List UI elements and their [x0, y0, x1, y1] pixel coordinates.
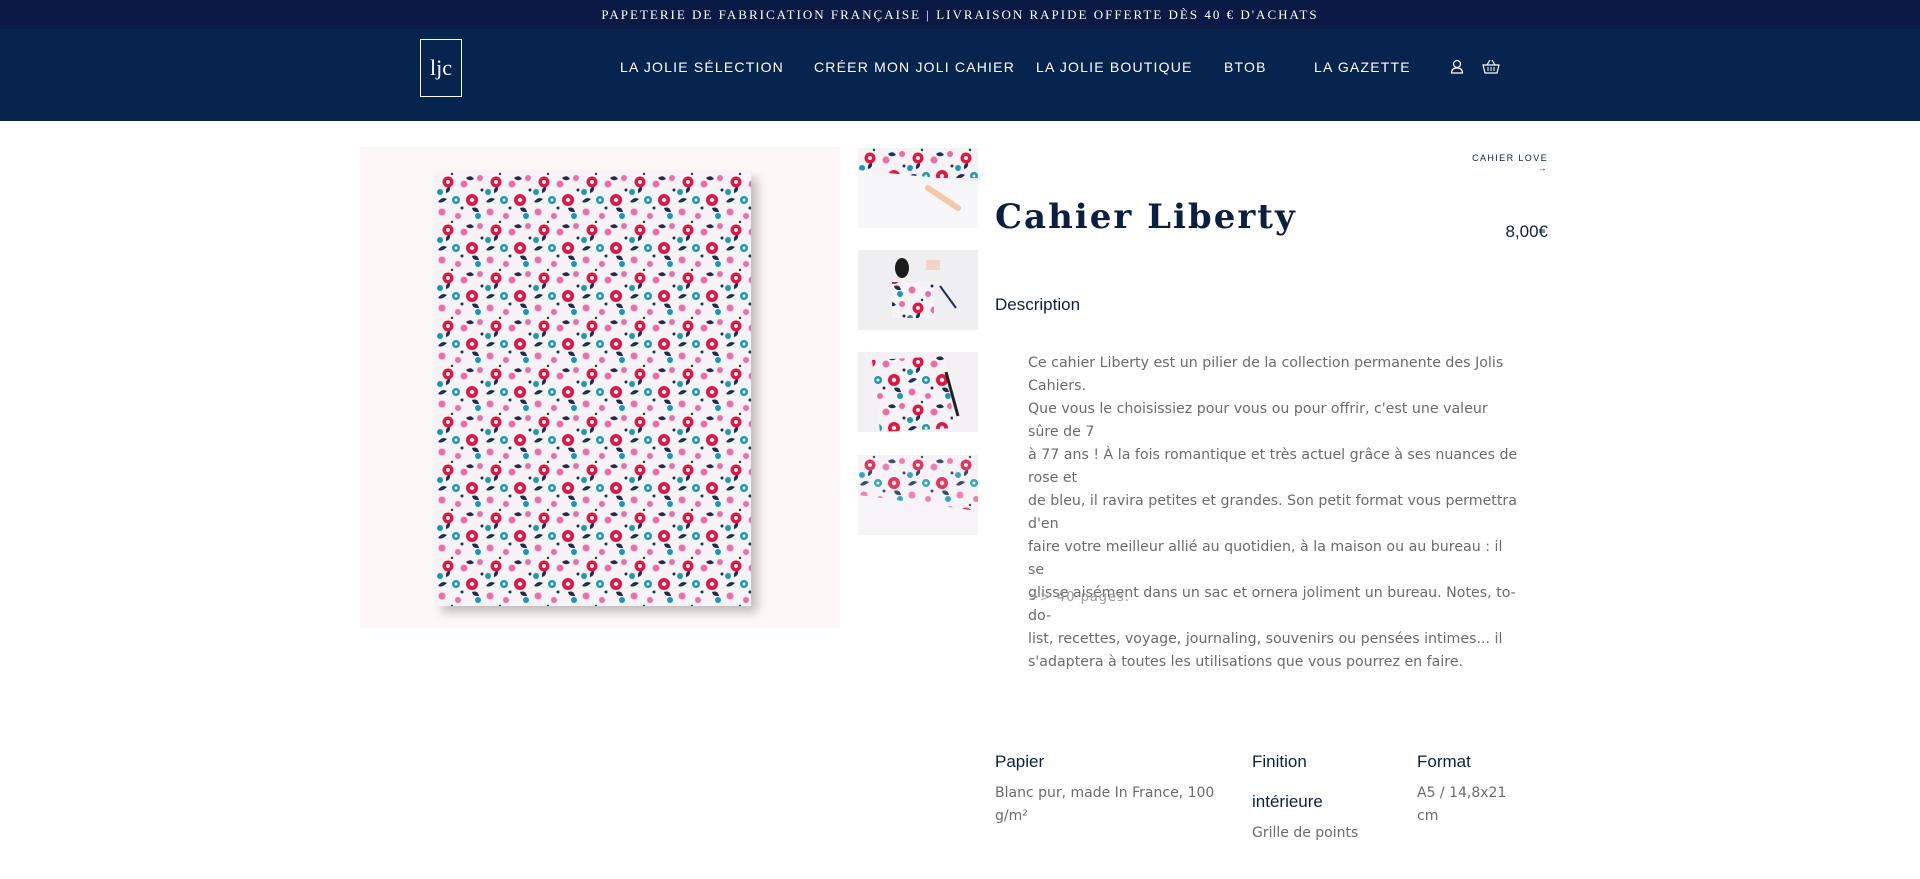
thumbnail-1[interactable] [858, 148, 978, 228]
description-line: glisse aisément dans un sac et ornera jo… [1028, 585, 1516, 624]
spec-value-line: Blanc pur, made In France, 100 [995, 785, 1215, 801]
spec-finition-label: Finition intérieure [1252, 742, 1323, 822]
nav-item-btob[interactable]: BTOB [1224, 59, 1267, 75]
thumbnail-2-image [858, 250, 978, 330]
spec-value-line: cm [1417, 808, 1439, 824]
description-line: s'adaptera à toutes les utilisations que… [1028, 654, 1464, 670]
product-price: 8,00€ [1505, 222, 1548, 241]
notebook-cover [436, 172, 751, 606]
spec-papier-label: Papier [995, 752, 1045, 771]
nav-item-creer-cahier[interactable]: CRÉER MON JOLI CAHIER [814, 59, 1015, 75]
thumbnail-4[interactable] [858, 455, 978, 535]
thumbnail-2[interactable] [858, 250, 978, 330]
announcement-text: PAPETERIE DE FABRICATION FRANÇAISE | LIV… [601, 7, 1319, 22]
spec-label-line: intérieure [1252, 792, 1323, 811]
thumbnail-3[interactable] [858, 352, 978, 432]
logo-text: ljc [430, 55, 452, 80]
user-icon[interactable] [1447, 57, 1467, 77]
nav-item-gazette[interactable]: LA GAZETTE [1314, 59, 1411, 75]
spec-finition-value: Grille de points [1252, 825, 1359, 841]
product-main-image[interactable] [360, 147, 840, 628]
nav-item-jolie-selection[interactable]: LA JOLIE SÉLECTION [620, 59, 784, 75]
thumbnail-3-image [858, 352, 978, 432]
spec-label-line: Finition [1252, 752, 1307, 771]
breadcrumb-link[interactable]: CAHIER LOVE → [1460, 153, 1548, 173]
description-heading: Description [995, 295, 1081, 314]
announcement-bar: PAPETERIE DE FABRICATION FRANÇAISE | LIV… [0, 0, 1920, 29]
pages-note: >> 40 pages. [1028, 590, 1130, 605]
description-line: à 77 ans ! À la fois romantique et très … [1028, 447, 1518, 486]
spec-format-label: Format [1417, 752, 1471, 771]
product-description: Ce cahier Liberty est un pilier de la co… [1028, 352, 1520, 674]
product-title: Cahier Liberty [995, 197, 1297, 237]
thumbnail-4-image [858, 455, 978, 535]
spec-papier-value: Blanc pur, made In France, 100 g/m² [995, 782, 1215, 828]
description-line: faire votre meilleur allié au quotidien,… [1028, 539, 1503, 578]
description-line: Que vous le choisissiez pour vous ou pou… [1028, 401, 1488, 440]
description-line: Ce cahier Liberty est un pilier de la co… [1028, 355, 1504, 394]
spec-value-line: A5 / 14,8x21 [1417, 785, 1507, 801]
site-logo[interactable]: ljc [420, 39, 462, 97]
description-line: de bleu, il ravira petites et grandes. S… [1028, 493, 1517, 532]
spec-value-line: g/m² [995, 808, 1028, 824]
spec-format-value: A5 / 14,8x21 cm [1417, 782, 1537, 828]
basket-icon[interactable] [1481, 57, 1501, 77]
site-header: ljc LA JOLIE SÉLECTION CRÉER MON JOLI CA… [0, 29, 1920, 121]
thumbnail-1-image [858, 148, 978, 228]
liberty-pattern [436, 172, 751, 606]
description-line: list, recettes, voyage, journaling, souv… [1028, 631, 1503, 647]
nav-item-jolie-boutique[interactable]: LA JOLIE BOUTIQUE [1036, 59, 1193, 75]
